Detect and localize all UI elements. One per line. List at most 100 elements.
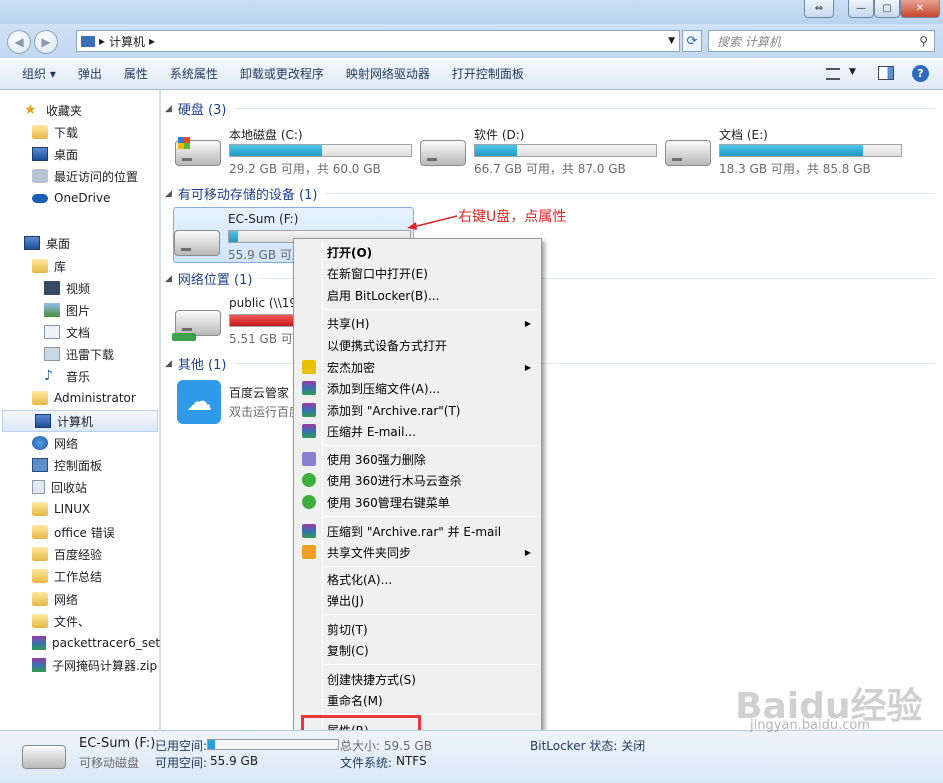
360-icon: [302, 473, 316, 487]
maximize-button[interactable]: ▢: [874, 0, 900, 18]
open-control-panel-button[interactable]: 打开控制面板: [441, 61, 535, 87]
nav-desktop[interactable]: 桌面: [0, 232, 160, 254]
menu-enable-bitlocker[interactable]: 启用 BitLocker(B)...: [296, 285, 539, 306]
menu-share[interactable]: 共享(H) ▶: [296, 313, 539, 334]
nav-recycle-bin[interactable]: 回收站: [0, 476, 160, 498]
menu-360-trojan-scan[interactable]: 使用 360进行木马云查杀: [296, 470, 539, 491]
organize-button[interactable]: 组织 ▾: [11, 61, 67, 87]
desktop-icon: [24, 236, 40, 250]
picture-icon: [44, 303, 60, 317]
menu-copy[interactable]: 复制(C): [296, 640, 539, 661]
help-icon[interactable]: ?: [912, 65, 929, 82]
menu-create-shortcut[interactable]: 创建快捷方式(S): [296, 669, 539, 690]
annotation-text: 右键U盘，点属性: [458, 209, 567, 225]
nav-network[interactable]: 网络: [0, 432, 160, 454]
computer-icon: [35, 414, 51, 428]
hard-disk-windows-icon: [175, 137, 221, 166]
group-header-network[interactable]: ◢ 网络位置 (1): [165, 269, 935, 288]
menu-360-force-delete[interactable]: 使用 360强力删除: [296, 449, 539, 470]
group-header-other[interactable]: ◢ 其他 (1): [165, 354, 935, 373]
drive-e-usage-bar: [720, 145, 863, 156]
restore-arrows-button[interactable]: ⇔: [804, 0, 834, 18]
menu-rename[interactable]: 重命名(M): [296, 690, 539, 711]
submenu-arrow-icon: ▶: [524, 319, 531, 328]
map-network-drive-button[interactable]: 映射网络驱动器: [335, 61, 441, 87]
context-menu: 打开(O) 在新窗口中打开(E) 启用 BitLocker(B)... 共享(H…: [293, 238, 542, 743]
search-input[interactable]: 搜索 计算机 ⚲: [708, 30, 935, 52]
forward-button[interactable]: ▶: [34, 30, 58, 54]
nav-pictures[interactable]: 图片: [0, 299, 160, 321]
winrar-icon: [302, 524, 316, 538]
nav-recent-places[interactable]: 最近访问的位置: [0, 165, 160, 187]
preview-pane-icon[interactable]: [878, 66, 894, 80]
nav-xunlei[interactable]: 迅雷下载: [0, 343, 160, 365]
nav-desktop-fav[interactable]: 桌面: [0, 143, 160, 165]
nav-folder-linux[interactable]: LINUX: [0, 498, 160, 520]
menu-add-to-archive[interactable]: 添加到压缩文件(A)...: [296, 378, 539, 399]
nav-control-panel[interactable]: 控制面板: [0, 454, 160, 476]
menu-compress-email[interactable]: 压缩并 E-mail...: [296, 421, 539, 442]
menu-open-portable[interactable]: 以便携式设备方式打开: [296, 335, 539, 356]
folder-icon: [32, 525, 48, 539]
refresh-button[interactable]: ⟳: [682, 30, 702, 52]
usb-drive-icon: [22, 745, 66, 769]
nav-computer[interactable]: 计算机: [2, 410, 158, 432]
address-path: 计算机: [109, 34, 146, 49]
folder-icon: [32, 592, 48, 606]
group-header-removable[interactable]: ◢ 有可移动存储的设备 (1): [165, 184, 935, 203]
folder-icon: [32, 614, 48, 628]
drive-d-usage-bar: [475, 145, 517, 156]
nav-file-packettracer[interactable]: packettracer6_setu: [0, 632, 160, 654]
back-button[interactable]: ◀: [7, 30, 31, 54]
menu-share-folder-sync[interactable]: 共享文件夹同步 ▶: [296, 542, 539, 563]
view-options-icon[interactable]: [826, 68, 840, 80]
menu-cut[interactable]: 剪切(T): [296, 619, 539, 640]
drive-d[interactable]: 软件 (D:) 66.7 GB 可用，共 87.0 GB: [420, 120, 660, 180]
menu-open-new-window[interactable]: 在新窗口中打开(E): [296, 263, 539, 284]
chevron-down-icon[interactable]: ▼: [849, 67, 856, 77]
shredder-icon: [302, 452, 316, 466]
address-bar[interactable]: ▸ 计算机 ▸ ▼: [76, 30, 680, 52]
properties-button[interactable]: 属性: [113, 61, 159, 87]
sync-icon: [302, 545, 316, 559]
nav-folder-work[interactable]: 工作总结: [0, 565, 160, 587]
nav-folder-office[interactable]: office 错误: [0, 521, 160, 543]
document-icon: [44, 325, 60, 339]
drive-c[interactable]: 本地磁盘 (C:) 29.2 GB 可用，共 60.0 GB: [175, 120, 415, 180]
baidu-watermark-url: jingyan.baidu.com: [750, 718, 870, 733]
nav-folder-network[interactable]: 网络: [0, 588, 160, 610]
drive-e[interactable]: 文档 (E:) 18.3 GB 可用，共 85.8 GB: [665, 120, 905, 180]
nav-file-subnet-zip[interactable]: 子网掩码计算器.zip: [0, 654, 160, 676]
menu-format[interactable]: 格式化(A)...: [296, 569, 539, 590]
chevron-down-icon[interactable]: ▼: [668, 36, 675, 46]
nav-music[interactable]: ♪ 音乐: [0, 365, 160, 387]
group-header-hdd[interactable]: ◢ 硬盘 (3): [165, 99, 935, 118]
nav-favorites[interactable]: ★ 收藏夹: [0, 99, 160, 121]
nav-folder-files[interactable]: 文件、: [0, 610, 160, 632]
menu-360-manage-menu[interactable]: 使用 360管理右键菜单: [296, 492, 539, 513]
minimize-button[interactable]: —: [848, 0, 874, 18]
nav-administrator[interactable]: Administrator: [0, 387, 160, 409]
nav-documents[interactable]: 文档: [0, 321, 160, 343]
uninstall-program-button[interactable]: 卸载或更改程序: [229, 61, 335, 87]
menu-add-to-archive-rar[interactable]: 添加到 "Archive.rar"(T): [296, 400, 539, 421]
cloud-icon: [32, 193, 48, 203]
nav-folder-baidu[interactable]: 百度经验: [0, 543, 160, 565]
nav-onedrive[interactable]: OneDrive: [0, 187, 160, 209]
menu-compress-rar-email[interactable]: 压缩到 "Archive.rar" 并 E-mail: [296, 521, 539, 542]
library-icon: [32, 259, 48, 273]
rar-archive-icon: [32, 636, 46, 650]
details-usage-bar: [208, 740, 215, 749]
menu-hongjie-encrypt[interactable]: 宏杰加密 ▶: [296, 357, 539, 378]
nav-libraries[interactable]: 库: [0, 255, 160, 277]
eject-button[interactable]: 弹出: [67, 61, 113, 87]
hard-disk-icon: [420, 140, 466, 166]
menu-eject[interactable]: 弹出(J): [296, 590, 539, 611]
menu-open[interactable]: 打开(O): [296, 242, 539, 263]
nav-videos[interactable]: 视频: [0, 277, 160, 299]
system-properties-button[interactable]: 系统属性: [159, 61, 229, 87]
command-bar: 组织 ▾ 弹出 属性 系统属性 卸载或更改程序 映射网络驱动器 打开控制面板 ▼…: [0, 58, 943, 90]
recycle-bin-icon: [32, 480, 45, 494]
nav-downloads[interactable]: 下载: [0, 121, 160, 143]
close-button[interactable]: ✕: [900, 0, 940, 18]
